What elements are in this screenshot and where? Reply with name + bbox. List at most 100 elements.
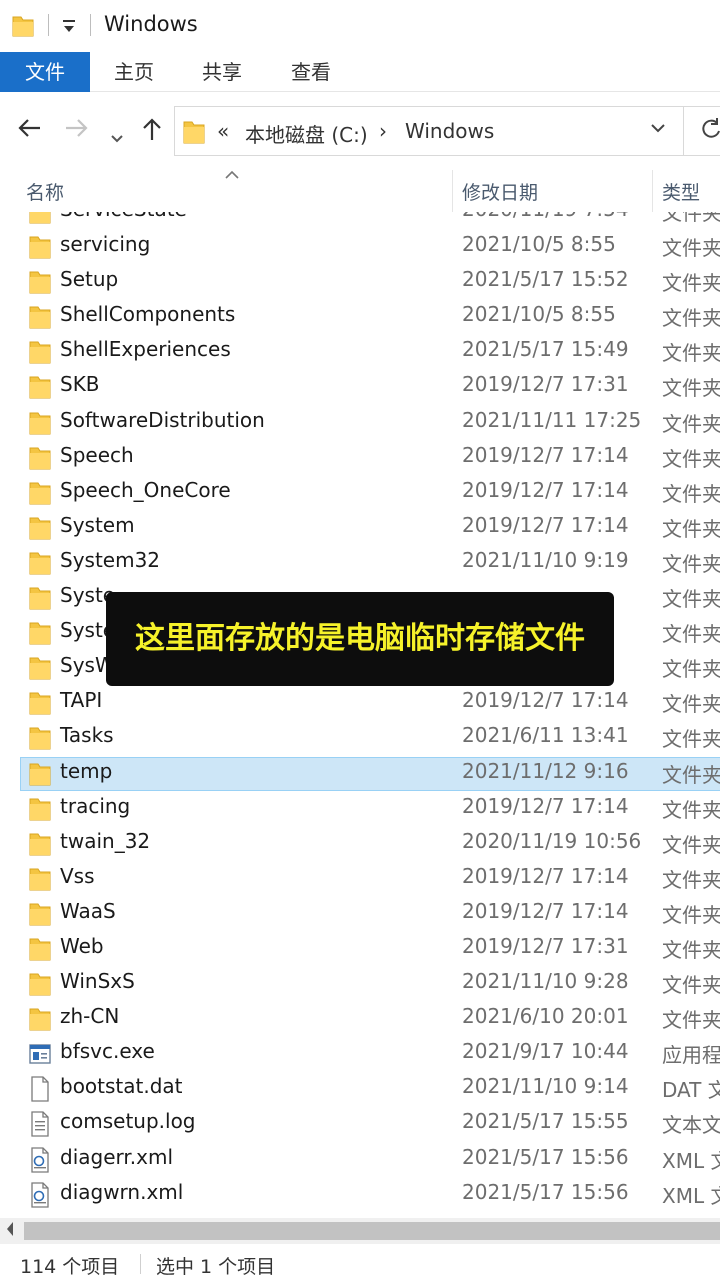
file-type: 文件夹 [662,692,720,717]
folder-icon [29,761,51,787]
file-date: 2021/5/17 15:55 [462,1109,629,1134]
xml-file-icon [29,1146,51,1173]
file-row[interactable]: temp 2021/11/12 9:16 文件夹 [0,756,720,791]
file-type: 文件夹 [662,622,720,647]
file-type: 文件夹 [662,867,720,892]
file-row[interactable]: TAPI 2019/12/7 17:14 文件夹 [0,685,720,720]
column-header-name[interactable]: 名称 [26,178,64,205]
file-name: WaaS [60,898,116,923]
column-divider[interactable] [652,170,653,212]
file-row[interactable]: Tasks 2021/6/11 13:41 文件夹 [0,720,720,755]
file-row[interactable]: System32 2021/11/10 9:19 文件夹 [0,545,720,580]
file-rows: ServiceState 2020/11/19 7:54 文件夹 servicing 2… [0,212,720,1212]
up-arrow-icon[interactable] [140,116,164,149]
tab-share[interactable]: 共享 [186,52,258,92]
address-bar[interactable]: « 本地磁盘 (C:) › Windows [174,106,684,156]
file-row[interactable]: bfsvc.exe 2021/9/17 10:44 应用程 [0,1036,720,1071]
file-name: SoftwareDistribution [60,407,265,432]
sort-ascending-icon [224,164,240,185]
item-count: 114 个项目 [20,1256,120,1278]
file-date: 2019/12/7 17:31 [462,933,629,958]
file-row[interactable]: SoftwareDistribution 2021/11/11 17:25 文件夹 [0,405,720,440]
file-row[interactable]: comsetup.log 2021/5/17 15:55 文本文 [0,1106,720,1141]
folder-icon [29,936,51,962]
file-row[interactable]: bootstat.dat 2021/11/10 9:14 DAT 文 [0,1071,720,1106]
file-row[interactable]: WinSxS 2021/11/10 9:28 文件夹 [0,966,720,1001]
address-dropdown-icon[interactable] [649,119,667,140]
file-row[interactable]: WaaS 2019/12/7 17:14 文件夹 [0,896,720,931]
text-file-icon [29,1111,51,1138]
title-separator [48,14,49,36]
file-date: 2021/11/10 9:14 [462,1074,629,1099]
folder-icon [29,1006,51,1032]
refresh-icon[interactable] [684,106,720,156]
file-row[interactable]: ShellExperiences 2021/5/17 15:49 文件夹 [0,334,720,369]
tab-file[interactable]: 文件 [0,52,90,92]
breadcrumb-current[interactable]: Windows [405,119,494,143]
file-row[interactable]: ServiceState 2020/11/19 7:54 文件夹 [0,212,720,229]
file-type: 文件夹 [662,832,720,857]
file-name: comsetup.log [60,1109,196,1134]
quick-access-dropdown-icon[interactable] [62,16,80,36]
file-row[interactable]: zh-CN 2021/6/10 20:01 文件夹 [0,1001,720,1036]
file-name: ShellExperiences [60,337,231,362]
column-divider[interactable] [452,170,453,212]
file-type: 文件夹 [662,236,720,261]
folder-icon [29,410,51,436]
address-overflow[interactable]: « [217,119,229,143]
column-header-type[interactable]: 类型 [662,178,700,205]
file-type: 文件夹 [662,516,720,541]
horizontal-scrollbar[interactable] [0,1218,720,1244]
file-row[interactable]: diagwrn.xml 2021/5/17 15:56 XML 文 [0,1177,720,1212]
file-date: 2021/11/12 9:16 [462,758,629,783]
navigation-bar: « 本地磁盘 (C:) › Windows [0,92,720,170]
file-name: twain_32 [60,828,151,853]
file-row[interactable]: Web 2019/12/7 17:31 文件夹 [0,931,720,966]
file-row[interactable]: servicing 2021/10/5 8:55 文件夹 [0,229,720,264]
file-row[interactable]: tracing 2019/12/7 17:14 文件夹 [0,791,720,826]
breadcrumb-drive[interactable]: 本地磁盘 (C:) [245,119,368,148]
file-row[interactable]: SKB 2019/12/7 17:31 文件夹 [0,369,720,404]
folder-icon [29,480,51,506]
tab-home[interactable]: 主页 [98,52,170,92]
file-date: 2021/11/10 9:19 [462,547,629,572]
breadcrumb-separator[interactable]: › [379,119,387,143]
file-date: 2019/12/7 17:14 [462,688,629,713]
folder-icon [29,550,51,576]
folder-icon [29,212,51,225]
back-arrow-icon[interactable] [16,116,42,147]
file-type: 应用程 [662,1043,720,1068]
title-bar: Windows [0,0,720,52]
file-row[interactable]: diagerr.xml 2021/5/17 15:56 XML 文 [0,1142,720,1177]
file-date: 2020/11/19 7:54 [462,212,629,221]
file-date: 2021/5/17 15:56 [462,1144,629,1169]
folder-icon [29,515,51,541]
file-type: XML 文 [662,1183,720,1208]
file-date: 2021/6/10 20:01 [462,1004,629,1029]
title-separator [90,14,91,36]
folder-icon [29,374,51,400]
file-row[interactable]: Speech_OneCore 2019/12/7 17:14 文件夹 [0,475,720,510]
file-date: 2021/5/17 15:52 [462,267,629,292]
window-title: Windows [104,12,198,36]
file-date: 2019/12/7 17:14 [462,477,629,502]
file-row[interactable]: Setup 2021/5/17 15:52 文件夹 [0,264,720,299]
file-row[interactable]: twain_32 2020/11/19 10:56 文件夹 [0,826,720,861]
tab-view[interactable]: 查看 [275,52,347,92]
file-row[interactable]: ShellComponents 2021/10/5 8:55 文件夹 [0,299,720,334]
xml-file-icon [29,1181,51,1208]
scrollbar-thumb[interactable] [24,1222,720,1240]
column-header-date[interactable]: 修改日期 [462,178,538,205]
file-row[interactable]: System 2019/12/7 17:14 文件夹 [0,510,720,545]
scroll-left-icon[interactable] [4,1220,16,1242]
recent-locations-chevron-icon[interactable] [110,122,124,152]
file-type: 文件夹 [662,762,720,787]
forward-arrow-icon[interactable] [64,116,90,147]
file-type: 文件夹 [662,271,720,296]
file-date: 2019/12/7 17:14 [462,512,629,537]
file-row[interactable]: Speech 2019/12/7 17:14 文件夹 [0,440,720,475]
file-type: 文件夹 [662,973,720,998]
folder-icon [29,585,51,611]
file-row[interactable]: Vss 2019/12/7 17:14 文件夹 [0,861,720,896]
file-name: bootstat.dat [60,1074,183,1099]
